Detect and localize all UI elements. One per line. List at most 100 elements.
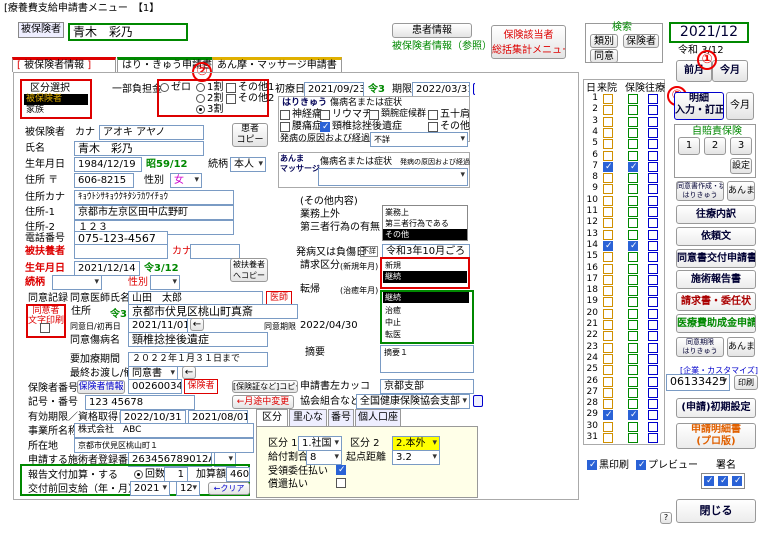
day-visit-check[interactable] — [603, 387, 613, 398]
insurance-copy-button[interactable]: [保険証など]コピー — [232, 380, 298, 393]
detail-button[interactable]: 明細 入力・訂正 — [674, 92, 724, 120]
day-insurance-check[interactable] — [628, 94, 638, 104]
add-input[interactable]: 460 — [226, 467, 250, 482]
day-home-check[interactable] — [648, 421, 658, 432]
tab-insured[interactable]: [ 被保険者情報 ] — [12, 57, 116, 72]
day-home-check[interactable] — [648, 105, 658, 116]
day-visit-check[interactable] — [603, 116, 613, 127]
start-select[interactable]: 3.2 — [392, 450, 440, 465]
close-button[interactable]: 閉じる — [676, 499, 756, 523]
day-home-check[interactable] — [648, 229, 658, 240]
day-visit-check[interactable] — [603, 150, 613, 161]
initial-setting-button[interactable]: (申請)初期設定 — [676, 398, 756, 418]
day-home-check[interactable] — [648, 252, 658, 263]
day-home-check[interactable] — [648, 274, 658, 285]
day-insurance-check[interactable] — [628, 421, 638, 432]
disease-neuralgia-check[interactable] — [280, 110, 290, 120]
sign-check-1[interactable] — [704, 476, 714, 486]
consent-address-input[interactable]: 京都市伏見区桃山町真斎 — [128, 304, 298, 319]
summary-input[interactable]: 摘要１ — [380, 345, 474, 373]
day-insurance-check[interactable] — [628, 410, 638, 421]
day-insurance-check[interactable] — [628, 139, 638, 150]
work-opt-3[interactable]: その他 — [383, 229, 467, 240]
burden-other2-check[interactable] — [226, 94, 236, 104]
receipt-check[interactable] — [336, 465, 346, 475]
tenki-opt-continue[interactable]: 継続 — [383, 292, 469, 303]
day-home-check[interactable] — [648, 150, 658, 161]
relation-select[interactable]: 本人 — [230, 157, 266, 172]
day-home-check[interactable] — [648, 286, 658, 297]
day-insurance-check[interactable] — [628, 116, 638, 127]
disease-whiplash-check[interactable] — [320, 122, 330, 132]
day-home-check[interactable] — [648, 365, 658, 376]
day-home-check[interactable] — [648, 433, 658, 443]
dependent-kana-input[interactable] — [190, 244, 240, 259]
burden-2-radio[interactable] — [196, 94, 205, 103]
burden-3-radio[interactable] — [196, 105, 205, 114]
day-visit-check[interactable] — [603, 229, 613, 240]
day-visit-check[interactable] — [603, 274, 613, 285]
year-select[interactable]: 2021 — [130, 481, 170, 496]
insured-info-link[interactable]: 被保険者情報（参照） — [392, 40, 492, 53]
tab-anma[interactable]: あん摩・マッサージ申請書 — [212, 57, 342, 72]
consent-issue-button[interactable]: 同意書交付申請書 — [676, 248, 756, 268]
day-home-check[interactable] — [648, 184, 658, 195]
this-month-button[interactable]: 今月 — [726, 92, 754, 120]
tab-number[interactable]: 番号 — [328, 409, 354, 427]
required-period-input[interactable]: ２０２２年１月３１日まで — [128, 352, 268, 367]
day-insurance-check[interactable] — [628, 433, 638, 443]
subsidy-button[interactable]: 医療費助成金申請 — [676, 314, 756, 333]
condition-hari-button[interactable]: 同意書作成・状態 はりきゅう — [676, 181, 724, 201]
day-visit-check[interactable] — [603, 207, 613, 217]
sex-select[interactable]: 女 — [170, 173, 202, 188]
day-insurance-check[interactable] — [628, 376, 638, 387]
day-insurance-check[interactable] — [628, 286, 638, 297]
day-home-check[interactable] — [648, 195, 658, 206]
onset-tag[interactable]: 不詳 — [360, 246, 378, 257]
day-visit-check[interactable] — [603, 263, 613, 274]
condition-anma-button[interactable]: あんま — [727, 181, 755, 201]
day-insurance-check[interactable] — [628, 161, 638, 172]
zip-input[interactable]: 606-8215 — [74, 173, 134, 188]
region-option-family[interactable]: 家族 — [24, 105, 88, 116]
insurer-tag[interactable]: 保険者 — [184, 379, 218, 394]
dependent-copy-button[interactable]: 被扶養者 へコピー — [230, 258, 268, 282]
reimburse-check[interactable] — [336, 478, 346, 488]
mid-month-change-button[interactable]: ←月途中変更 — [232, 395, 294, 409]
burden-other1-check[interactable] — [226, 83, 236, 93]
day-home-check[interactable] — [648, 240, 658, 251]
dependent-dob-input[interactable]: 2021/12/14 — [74, 261, 140, 276]
cause-select[interactable]: 不詳 — [370, 132, 468, 147]
day-visit-check[interactable] — [603, 218, 613, 229]
kana-address-input[interactable]: ｷｮｳﾄｼｻｷｮｳｸｷﾀｼﾗｶﾜｲﾁｮｳ — [74, 190, 234, 205]
help-button[interactable]: ? — [660, 512, 672, 524]
clear-button[interactable]: ←クリア — [208, 482, 250, 495]
day-home-check[interactable] — [648, 218, 658, 229]
dob-input[interactable]: 1984/12/19 — [74, 157, 142, 172]
dependent-input[interactable] — [74, 244, 168, 259]
day-insurance-check[interactable] — [628, 240, 638, 251]
day-insurance-check[interactable] — [628, 342, 638, 353]
sign-check-3[interactable] — [732, 476, 742, 486]
day-home-check[interactable] — [648, 376, 658, 387]
day-insurance-check[interactable] — [628, 229, 638, 240]
insurer-info-button[interactable]: 保険者情報 — [77, 380, 125, 394]
day-visit-check[interactable] — [603, 297, 613, 308]
submit-input[interactable]: 京都支部 — [380, 379, 474, 394]
sign-check-2[interactable] — [718, 476, 728, 486]
day-insurance-check[interactable] — [628, 399, 638, 410]
day-visit-check[interactable] — [603, 433, 613, 443]
last-note-arrow[interactable]: ← — [182, 366, 196, 379]
day-home-check[interactable] — [648, 308, 658, 319]
first-visit-input[interactable]: 2021/09/23 — [304, 82, 364, 97]
search-consent-button[interactable]: 同意 — [590, 49, 618, 63]
day-insurance-check[interactable] — [628, 365, 638, 376]
patient-label[interactable]: 被保険者 — [18, 22, 64, 38]
day-home-check[interactable] — [648, 127, 658, 138]
day-insurance-check[interactable] — [628, 218, 638, 229]
day-insurance-check[interactable] — [628, 320, 638, 330]
office-input[interactable]: 株式会社 ABC — [74, 423, 254, 438]
day-insurance-check[interactable] — [628, 331, 638, 342]
day-insurance-check[interactable] — [628, 150, 638, 161]
day-visit-check[interactable] — [603, 331, 613, 342]
